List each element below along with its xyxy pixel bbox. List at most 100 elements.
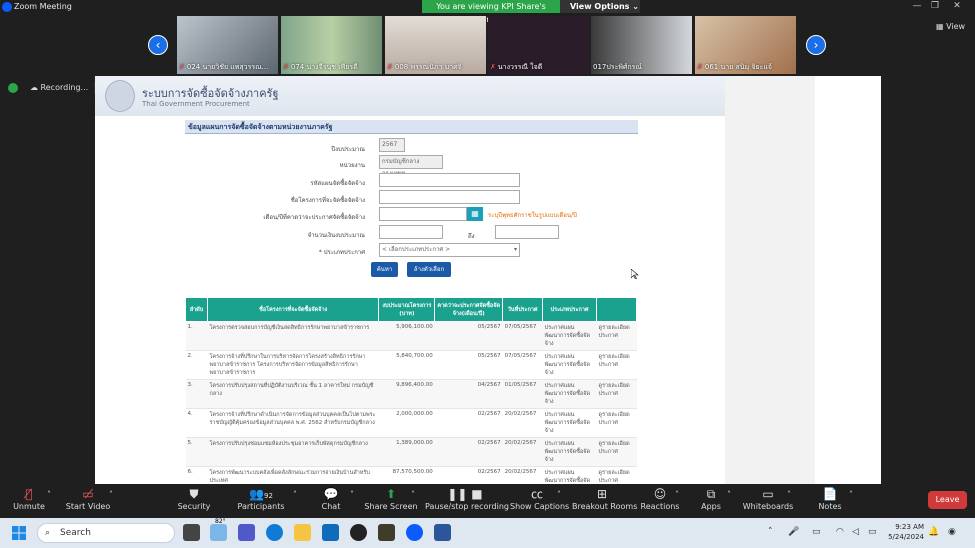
chevron-up-icon[interactable]: ˄ bbox=[408, 490, 418, 500]
cell-type: ประกาศแผนพัฒนาการจัดซื้อจัดจ้าง bbox=[542, 321, 597, 351]
microphone-icon[interactable]: 🎤 bbox=[788, 527, 799, 537]
year-label: ปีงบประมาณ bbox=[331, 146, 365, 153]
col-header-date: วันที่ประกาศ bbox=[502, 297, 544, 322]
cell-project: โครงการตรวจสอบการบัญชีเงินสดสิทธิการรักษ… bbox=[207, 321, 379, 351]
cell-project: โครงการปรับปรุงสถานที่ปฏิบัติงานบริเวณ ช… bbox=[207, 379, 379, 409]
share-banner: You are viewing KPI Share's screen bbox=[422, 0, 560, 24]
detail-link[interactable]: ดูรายละเอียดประกาศ bbox=[596, 321, 637, 351]
cell-type: ประกาศแผนพัฒนาการจัดซื้อจัดจ้าง bbox=[542, 350, 597, 380]
cell-no: 3. bbox=[185, 379, 208, 409]
month-input[interactable] bbox=[379, 207, 467, 221]
copilot-icon[interactable]: ◉ bbox=[948, 527, 956, 537]
file-explorer-icon[interactable] bbox=[294, 524, 311, 541]
word-icon[interactable] bbox=[434, 524, 451, 541]
thumbs-prev-button[interactable]: ‹ bbox=[148, 35, 168, 55]
table-row: 6. โครงการพัฒนาระบบคลังเพื่อคลังลักษณะร่… bbox=[185, 466, 637, 484]
detail-link[interactable]: ดูรายละเอียดประกาศ bbox=[596, 437, 637, 467]
view-options-button[interactable]: View Options ⌄ bbox=[560, 0, 640, 13]
gov-emblem-icon bbox=[105, 80, 135, 112]
cell-date: 07/05/2567 bbox=[502, 321, 543, 351]
budget-from-input[interactable] bbox=[379, 225, 443, 239]
cell-budget: 5,906,100.00 bbox=[378, 321, 435, 351]
sticky-notes-icon[interactable] bbox=[378, 524, 395, 541]
wifi-icon[interactable]: ◠ bbox=[836, 527, 844, 537]
chat-button[interactable]: 💬 Chat bbox=[314, 484, 348, 518]
leave-button[interactable]: Leave bbox=[928, 491, 967, 509]
detail-link[interactable]: ดูรายละเอียดประกาศ bbox=[596, 379, 637, 409]
apps-button[interactable]: ⧉ Apps bbox=[697, 484, 725, 518]
meet-now-icon[interactable]: ▭ bbox=[812, 527, 821, 537]
search-button[interactable]: ค้นหา bbox=[371, 262, 398, 277]
participant-tile[interactable]: ✗ 008 พรรณนิภา มาศจิ bbox=[385, 16, 486, 74]
participant-tile[interactable]: ✗ 061 นาย สนิมุ จิยะแจ้ bbox=[695, 16, 796, 74]
agency-field[interactable]: กรมบัญชีกลาง กรุงเทพฯ bbox=[379, 155, 443, 177]
chevron-up-icon[interactable]: ˄ bbox=[290, 490, 300, 500]
security-button[interactable]: ⛊ Security bbox=[174, 484, 214, 518]
mail-icon[interactable] bbox=[322, 524, 339, 541]
chevron-up-icon[interactable]: ˄ bbox=[44, 490, 54, 500]
shared-screen-margin bbox=[725, 76, 815, 484]
chevron-up-icon[interactable]: ˄ bbox=[672, 490, 682, 500]
participant-tile[interactable]: ✗ 074 นางจีรนุช เพียรดี bbox=[281, 16, 382, 74]
detail-link[interactable]: ดูรายละเอียดประกาศ bbox=[596, 350, 637, 380]
breakout-rooms-icon: ⊞ bbox=[596, 487, 608, 501]
participant-name: 017ประพิศ์กรณ์ bbox=[593, 63, 642, 71]
notes-button[interactable]: 📄 Notes bbox=[815, 484, 845, 518]
calendar-icon[interactable]: ▦ bbox=[467, 207, 483, 221]
participant-tile[interactable]: ✗ 024 นายวิชัย แพสุวรรณ... bbox=[177, 16, 278, 74]
participants-button[interactable]: 👥92 Participants bbox=[234, 484, 288, 518]
close-icon[interactable]: ✕ bbox=[950, 1, 964, 11]
project-name-input[interactable] bbox=[379, 190, 520, 204]
detail-link[interactable]: ดูรายละเอียดประกาศ bbox=[596, 466, 637, 484]
notification-bell-icon[interactable]: 🔔 bbox=[928, 527, 939, 537]
window-title: Zoom Meeting bbox=[14, 2, 72, 11]
pause-recording-button[interactable]: ❚❚ ■ Pause/stop recording bbox=[425, 484, 509, 518]
taskbar-clock[interactable]: 9:23 AM 5/24/2024 bbox=[886, 522, 924, 542]
thumbs-next-button[interactable]: › bbox=[806, 35, 826, 55]
chevron-up-icon[interactable]: ˄ bbox=[347, 490, 357, 500]
minimize-icon[interactable]: — bbox=[910, 1, 924, 11]
chevron-up-icon[interactable]: ˄ bbox=[724, 490, 734, 500]
cell-type: ประกาศแผนพัฒนาการจัดซื้อจัดจ้าง bbox=[542, 408, 597, 438]
results-table: ลำดับ ชื่อโครงการที่จะจัดซื้อจัดจ้าง งบป… bbox=[185, 297, 637, 484]
cloud-record-icon: ☁ bbox=[30, 83, 38, 92]
pause-recording-label: Pause/stop recording bbox=[425, 502, 509, 511]
chevron-up-icon[interactable]: ˄ bbox=[846, 490, 856, 500]
year-field[interactable]: 2567 bbox=[379, 138, 405, 152]
cell-date: 07/05/2567 bbox=[502, 350, 543, 380]
budget-to-input[interactable] bbox=[495, 225, 559, 239]
chevron-up-icon[interactable]: ˄ bbox=[106, 490, 116, 500]
chevron-up-icon[interactable]: ˄ bbox=[784, 490, 794, 500]
announcement-type-select[interactable]: < เลือกประเภทประกาศ > ▾ bbox=[379, 243, 520, 257]
budget-to-label: ถึง bbox=[468, 233, 475, 240]
col-header-link bbox=[596, 297, 637, 322]
clear-button[interactable]: ล้างตัวเลือก bbox=[407, 262, 451, 277]
col-header-no: ลำดับ bbox=[185, 297, 208, 322]
cell-month: 04/2567 bbox=[434, 379, 503, 409]
view-button[interactable]: ▦ View bbox=[936, 22, 965, 31]
chevron-up-icon[interactable]: ˄ bbox=[768, 527, 773, 537]
start-video-label: Start Video bbox=[65, 502, 111, 511]
taskbar-search[interactable]: ⌕ Search bbox=[37, 523, 175, 543]
cell-type: ประกาศแผนพัฒนาการจัดซื้อจัดจ้าง bbox=[542, 379, 597, 409]
restore-icon[interactable]: ❐ bbox=[928, 1, 942, 11]
weather-icon[interactable]: 82° bbox=[210, 518, 227, 541]
teams-icon[interactable] bbox=[238, 524, 255, 541]
participant-tile[interactable]: ✗ นางวรรณี ใจดี bbox=[488, 16, 589, 74]
speaker-icon[interactable]: ◁ bbox=[852, 527, 859, 537]
muted-mic-icon: ✗ bbox=[179, 63, 185, 71]
share-screen-label: Share Screen bbox=[364, 502, 418, 511]
edge-icon[interactable] bbox=[266, 524, 283, 541]
chevron-up-icon[interactable]: ˄ bbox=[554, 490, 564, 500]
detail-link[interactable]: ดูรายละเอียดประกาศ bbox=[596, 408, 637, 438]
col-header-project: ชื่อโครงการที่จะจัดซื้อจัดจ้าง bbox=[206, 297, 380, 322]
battery-icon[interactable]: ▭ bbox=[868, 527, 877, 537]
zoom-taskbar-icon[interactable] bbox=[406, 524, 423, 541]
windows-start-icon[interactable] bbox=[12, 526, 26, 540]
weather-temp: 82° bbox=[215, 518, 226, 525]
dell-icon[interactable] bbox=[350, 524, 367, 541]
participant-tile[interactable]: 017ประพิศ์กรณ์ bbox=[591, 16, 692, 74]
breakout-rooms-button[interactable]: ⊞ Breakout Rooms bbox=[572, 484, 637, 518]
task-view-icon[interactable] bbox=[183, 524, 200, 541]
plan-code-input[interactable] bbox=[379, 173, 520, 187]
